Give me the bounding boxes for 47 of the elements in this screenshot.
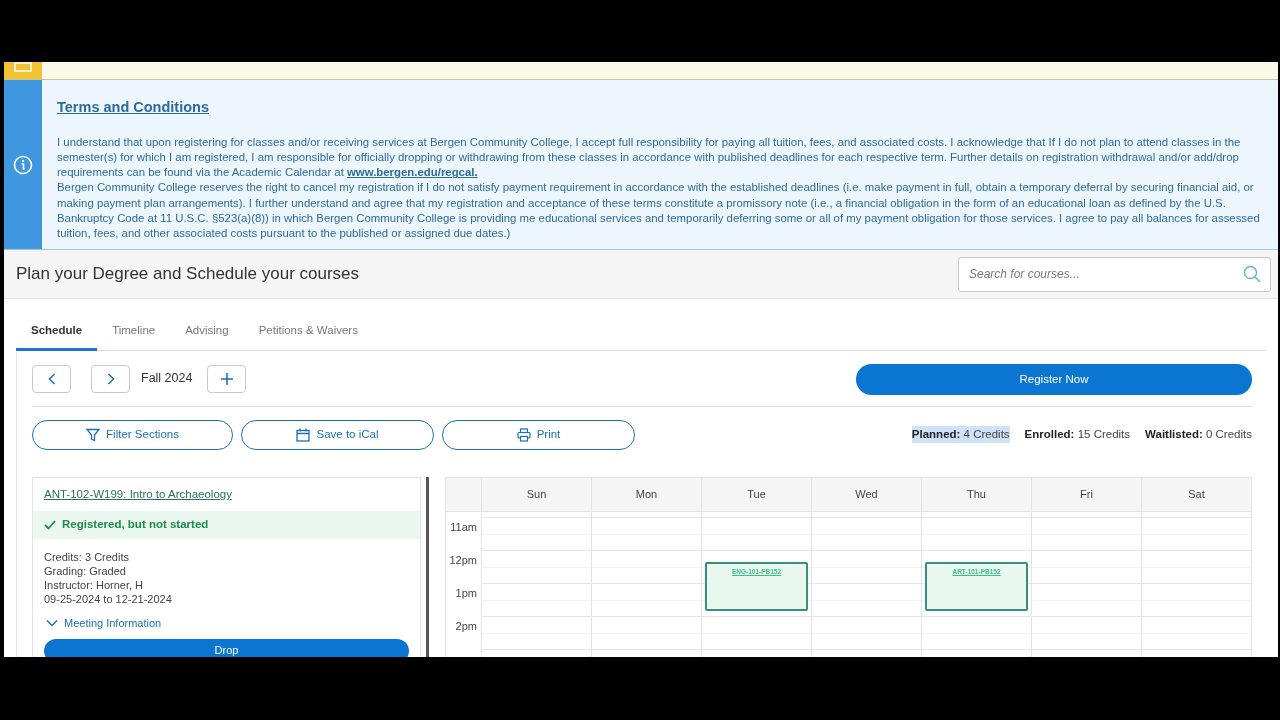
- terms-title-link[interactable]: Terms and Conditions: [57, 97, 1268, 119]
- time-label: 1pm: [455, 586, 477, 601]
- detail-text: Grading: Graded: [44, 564, 127, 578]
- day-header: Sat: [1142, 478, 1251, 512]
- term-label: Fall 2024: [140, 370, 194, 388]
- info-icon: [13, 154, 33, 175]
- check-icon: [44, 520, 56, 530]
- day-header: Tue: [702, 478, 811, 512]
- day-header: Sun: [482, 478, 591, 512]
- detail-text: 09-25-2024 to 12-21-2024: [44, 592, 173, 606]
- next-term-button[interactable]: [91, 364, 130, 393]
- detail-text: Credits: 3 Credits: [44, 550, 130, 564]
- tab[interactable]: Timeline: [97, 313, 171, 351]
- tab[interactable]: Advising: [170, 313, 244, 351]
- credit-count: Waitlisted: 0 Credits: [1145, 426, 1252, 442]
- tab[interactable]: Schedule: [16, 313, 98, 351]
- credit-count: Enrolled: 15 Credits: [1024, 426, 1131, 442]
- calendar-link[interactable]: www.bergen.edu/regcal.: [347, 166, 478, 179]
- tab[interactable]: Petitions & Waivers: [243, 313, 373, 351]
- day-header: Mon: [592, 478, 701, 512]
- chevron-left-icon: [47, 372, 56, 385]
- page-title: Plan your Degree and Schedule your courses: [16, 263, 360, 286]
- chevron-down-icon: [46, 619, 58, 628]
- detail-text: Instructor: Horner, H: [44, 578, 145, 592]
- plus-icon: [220, 372, 233, 385]
- printer-icon: [516, 427, 531, 442]
- previous-term-button[interactable]: [32, 364, 71, 393]
- register-now-button[interactable]: Register Now: [856, 364, 1252, 395]
- credit-count: Planned: 4 Credits: [911, 425, 1010, 444]
- day-header: Thu: [922, 478, 1031, 512]
- calendar-icon: [296, 427, 311, 442]
- day-header: Wed: [812, 478, 921, 512]
- time-label: 12pm: [449, 553, 477, 568]
- course-title-link[interactable]: ANT-102-W199: Intro to Archaeology: [44, 485, 232, 504]
- terms-paragraph: I understand that upon registering for classes and/or receiving services at Bergen Community College, I accept full responsibility for paying all tuition, fees, and associated costs. I acknowledge that If I do not plan to attend classes in the semester(s) for which I am registered, I am responsible for officially dropping or withdrawing from these classes in accordance with published deadlines for each respective term. Further details on registration withdrawal and/or add/drop requirements can be found via the Academic Calendar at www.bergen.edu/regcal.: [57, 134, 1242, 181]
- time-label: 2pm: [455, 619, 477, 634]
- search-icon[interactable]: [1243, 264, 1261, 283]
- add-term-button[interactable]: [207, 364, 247, 393]
- meeting-information-toggle[interactable]: Meeting Information: [33, 615, 175, 632]
- drop-button[interactable]: Drop: [44, 638, 409, 657]
- filter-icon: [86, 427, 101, 442]
- search-field[interactable]: Search for courses...: [958, 256, 1271, 292]
- status-text: Registered, but not started: [62, 517, 209, 533]
- terms-paragraph: Bergen Community College reserves the right to cancel my registration if I do not satisfy payment requirement in accordance with the established deadlines (i.e. make payment in full, obtain a temporary deferral by securing financial aid, or making payment plan arrangements). I further understand and agree that my registration and acceptance of these terms constitute a promissory note (i.e., a financial obligation in the form of an educational loan as defined by the U.S. Bankruptcy Code at 11 U.S.C. §523(a)(8)) in which Bergen Community College is providing me educational services and temporarily deferring some or all of my payment obligation for those services. I agree to pay all balances for assessed tuition, fees, and other associated costs pursuant to the published or assigned due dates.): [57, 180, 1261, 241]
- time-label: 11am: [450, 520, 477, 535]
- chevron-right-icon: [106, 372, 115, 385]
- day-header: Fri: [1032, 478, 1141, 512]
